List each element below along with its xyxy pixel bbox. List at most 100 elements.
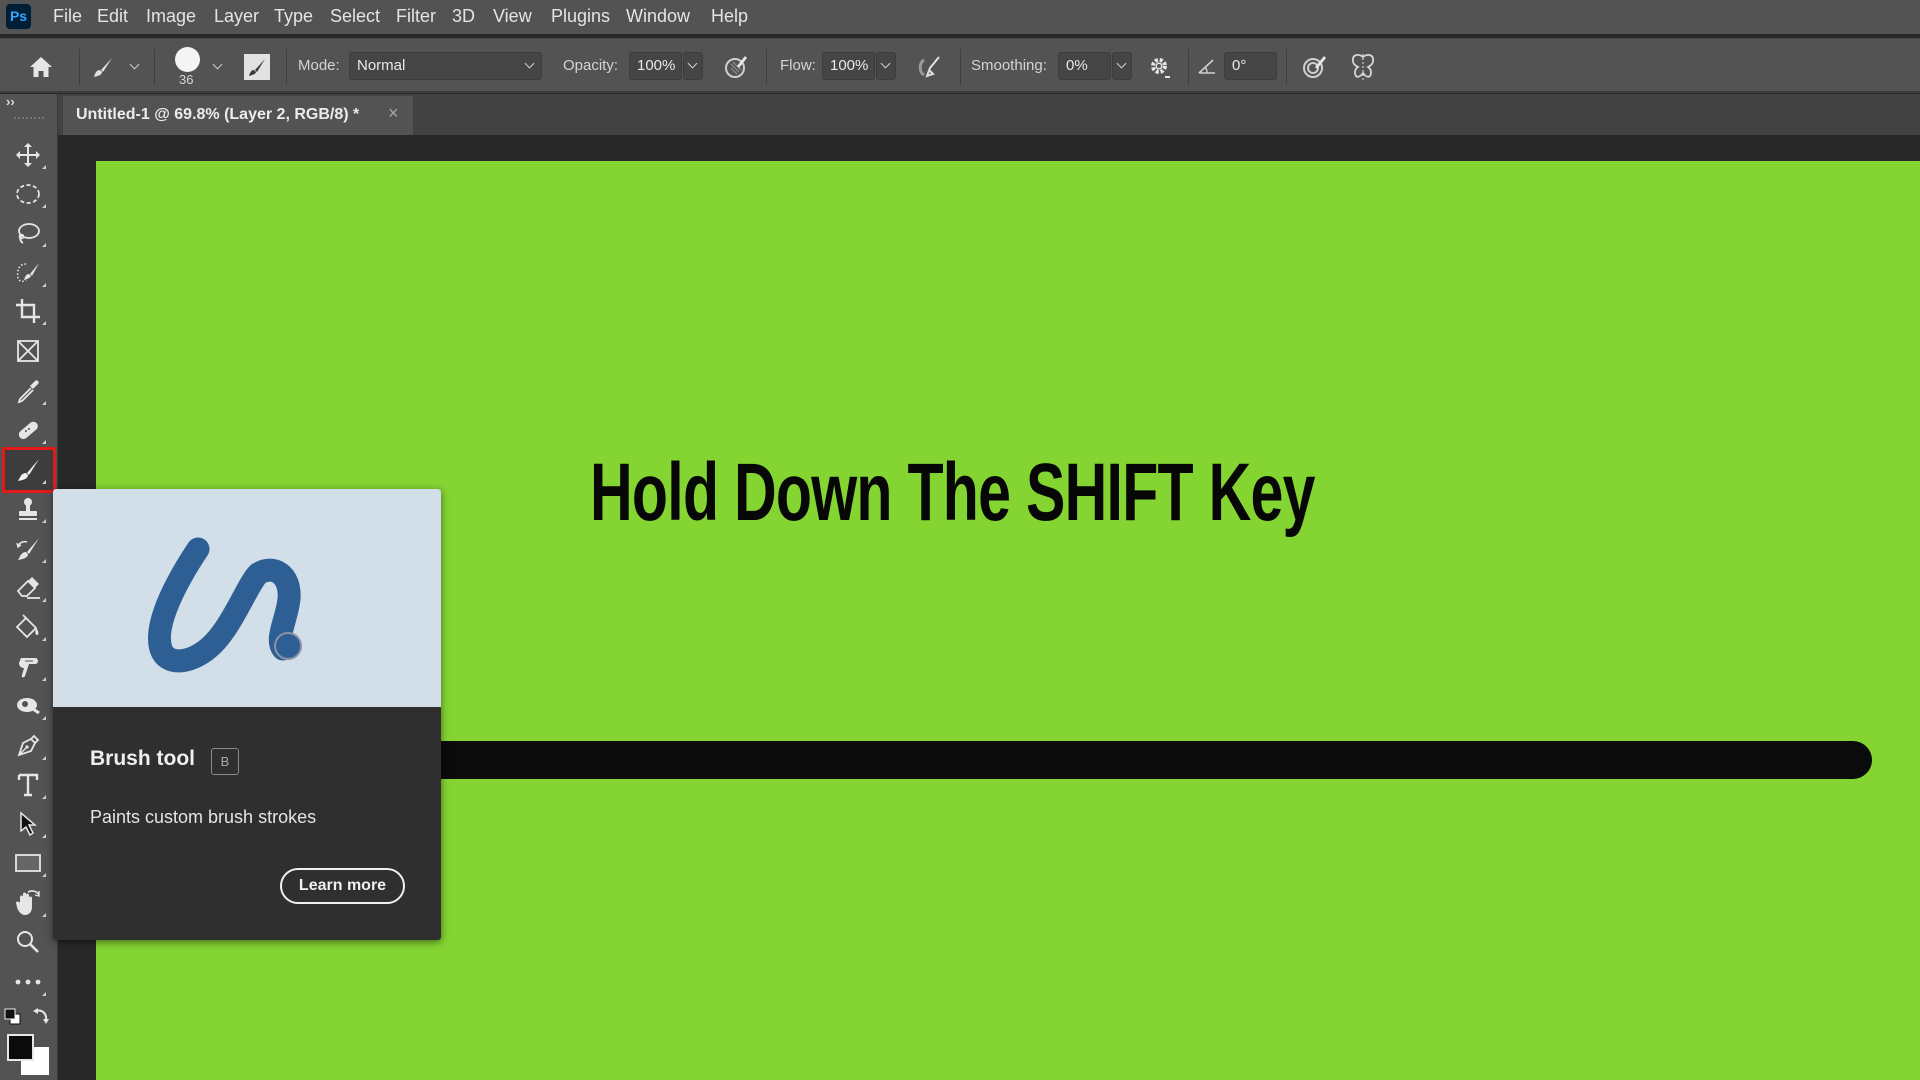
history-brush-icon: [16, 538, 39, 560]
frame-icon: [17, 340, 39, 362]
history-brush-tool[interactable]: [6, 531, 50, 567]
menu-type[interactable]: Type: [274, 6, 313, 27]
rectangle-tool[interactable]: [6, 845, 50, 881]
tooltip-shortcut-badge: B: [211, 748, 239, 775]
panel-grip[interactable]: [14, 117, 44, 120]
hand-icon: [16, 890, 40, 915]
menu-help[interactable]: Help: [711, 6, 748, 27]
opacity-input[interactable]: 100%: [629, 52, 682, 80]
brush-preset-icon: [94, 58, 112, 77]
default-colors-icon: [4, 1008, 21, 1025]
type-tool[interactable]: [6, 767, 50, 803]
menu-select[interactable]: Select: [330, 6, 380, 27]
dodge-icon: [17, 698, 40, 715]
brush-tool[interactable]: [6, 452, 50, 488]
paint-bucket-icon: [15, 614, 39, 639]
default-colors-button[interactable]: [4, 1008, 22, 1026]
pressure-size-button[interactable]: [1299, 52, 1329, 82]
flow-label: Flow:: [780, 57, 816, 74]
angle-input[interactable]: 0°: [1224, 52, 1277, 80]
smudge-tool[interactable]: [6, 649, 50, 685]
magnifier-icon: [17, 931, 39, 953]
home-icon: [30, 57, 52, 77]
brush-tip-icon[interactable]: [175, 47, 200, 72]
chevron-down-icon: [524, 58, 535, 69]
swap-colors-icon: [33, 1008, 49, 1024]
pen-icon: [17, 734, 40, 757]
menu-filter[interactable]: Filter: [396, 6, 436, 27]
document-tab-bar: Untitled-1 @ 69.8% (Layer 2, RGB/8) * ×: [58, 94, 1920, 135]
eyedropper-icon: [17, 380, 39, 404]
menu-file[interactable]: File: [53, 6, 82, 27]
smoothing-settings-button[interactable]: [1146, 52, 1174, 82]
pressure-opacity-button[interactable]: [721, 52, 751, 82]
flow-input[interactable]: 100%: [822, 52, 875, 80]
crop-tool[interactable]: [6, 293, 50, 329]
foreground-color-swatch[interactable]: [7, 1034, 34, 1061]
clone-stamp-tool[interactable]: [6, 491, 50, 527]
document-tab[interactable]: Untitled-1 @ 69.8% (Layer 2, RGB/8) * ×: [63, 96, 413, 135]
eraser-tool[interactable]: [6, 570, 50, 606]
pressure-size-icon: [1303, 56, 1326, 78]
lasso-tool[interactable]: [6, 215, 50, 251]
angle-icon-wrap: [1196, 53, 1218, 79]
healing-brush-tool[interactable]: [6, 412, 50, 448]
move-icon: [16, 143, 40, 167]
mode-select[interactable]: Normal: [349, 52, 542, 80]
menu-plugins[interactable]: Plugins: [551, 6, 610, 27]
angle-value: 0°: [1232, 57, 1247, 74]
frame-tool[interactable]: [6, 333, 50, 369]
tool-preset-picker[interactable]: [90, 53, 116, 81]
dodge-tool[interactable]: [6, 688, 50, 724]
brush-stroke-illustration-icon: [148, 537, 302, 673]
bandage-icon: [18, 421, 38, 440]
flow-dropdown[interactable]: [876, 52, 896, 80]
swap-colors-button[interactable]: [31, 1006, 51, 1026]
menu-image[interactable]: Image: [146, 6, 196, 27]
paint-bucket-tool[interactable]: [6, 609, 50, 645]
elliptical-marquee-icon: [16, 184, 40, 204]
eraser-icon: [16, 577, 40, 599]
quick-selection-tool[interactable]: [6, 255, 50, 291]
symmetry-button[interactable]: [1348, 52, 1378, 82]
marquee-tool[interactable]: [6, 176, 50, 212]
opacity-dropdown[interactable]: [683, 52, 703, 80]
brush-settings-panel-icon: [249, 59, 265, 76]
home-button[interactable]: [26, 53, 56, 81]
arrow-icon: [20, 811, 38, 837]
tools-panel: ››: [0, 94, 58, 1080]
smoothing-dropdown[interactable]: [1112, 52, 1132, 80]
menu-edit[interactable]: Edit: [97, 6, 128, 27]
brush-tip-chevron-icon[interactable]: [212, 59, 223, 70]
quick-selection-icon: [16, 263, 39, 283]
menu-layer[interactable]: Layer: [214, 6, 259, 27]
brush-tool-tooltip: Brush tool B Paints custom brush strokes…: [53, 489, 441, 940]
move-tool[interactable]: [6, 137, 50, 173]
pen-tool[interactable]: [6, 728, 50, 764]
learn-more-button[interactable]: Learn more: [280, 868, 405, 904]
airbrush-icon: [918, 56, 940, 78]
flow-value: 100%: [830, 57, 869, 74]
brush-settings-panel-button[interactable]: [244, 54, 270, 80]
rectangle-icon: [15, 854, 41, 872]
menu-view[interactable]: View: [493, 6, 532, 27]
menu-3d[interactable]: 3D: [452, 6, 475, 27]
hand-tool[interactable]: [6, 885, 50, 921]
collapse-panel-button[interactable]: ››: [6, 94, 15, 109]
type-icon: [17, 773, 39, 797]
more-tools[interactable]: [6, 964, 50, 1000]
lasso-icon: [18, 223, 40, 244]
chevron-down-icon[interactable]: [129, 59, 140, 70]
eyedropper-tool[interactable]: [6, 373, 50, 409]
chevron-down-icon: [687, 58, 698, 69]
path-selection-tool[interactable]: [6, 806, 50, 842]
tooltip-illustration: [53, 489, 441, 707]
brush-icon: [18, 459, 39, 481]
smoothing-input[interactable]: 0%: [1058, 52, 1111, 80]
mode-label: Mode:: [298, 57, 340, 74]
menu-window[interactable]: Window: [626, 6, 690, 27]
canvas-heading-text: Hold Down The SHIFT Key: [590, 447, 1315, 538]
zoom-tool[interactable]: [6, 924, 50, 960]
close-tab-icon[interactable]: ×: [388, 103, 399, 124]
airbrush-button[interactable]: [913, 52, 945, 82]
